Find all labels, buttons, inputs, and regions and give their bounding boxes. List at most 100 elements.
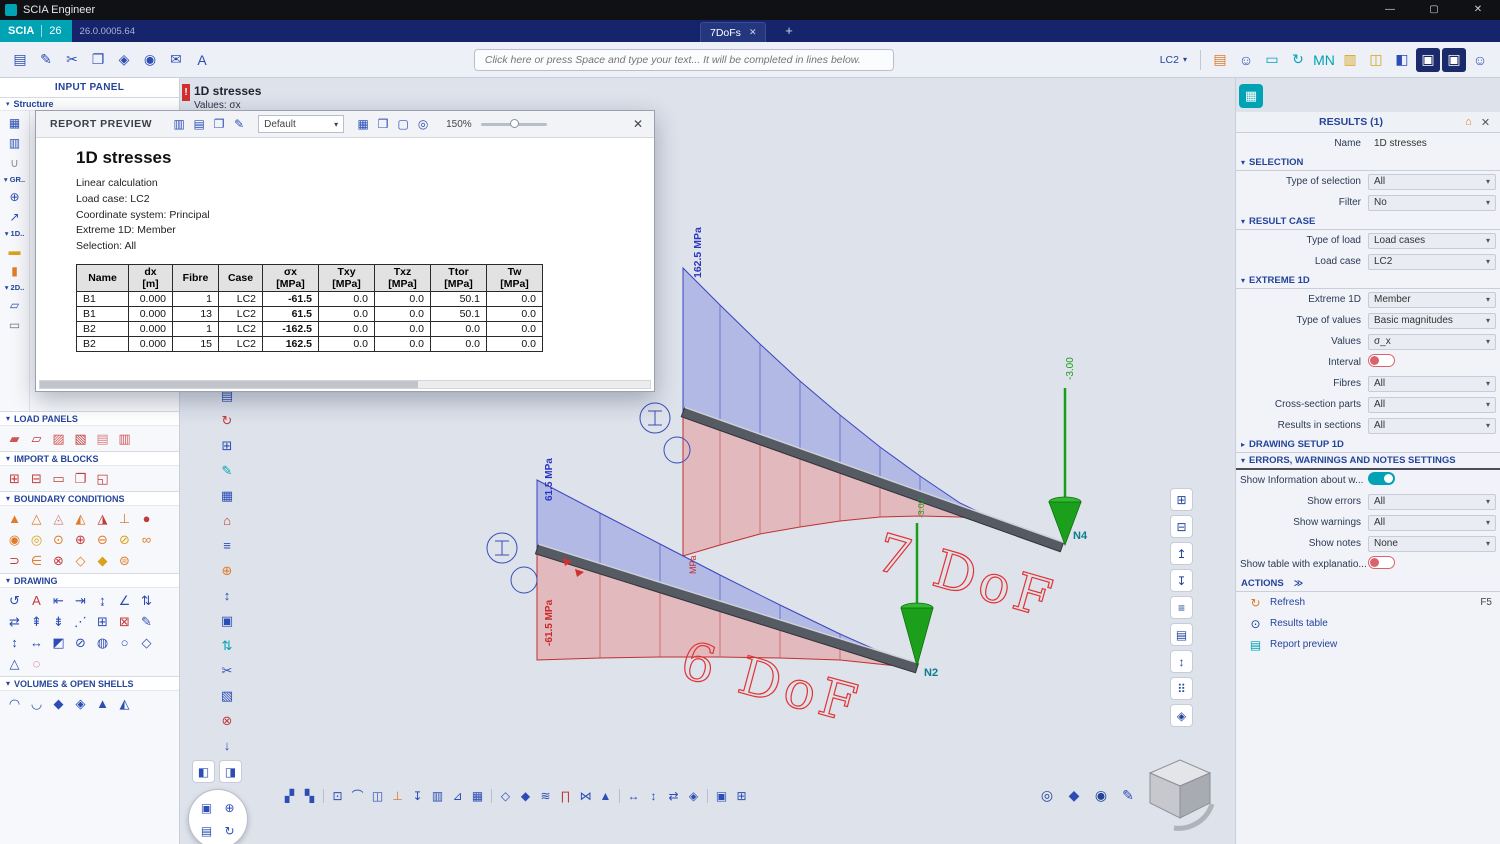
shell-arc-icon[interactable]: ◠ [5, 694, 24, 713]
select-mode-icon[interactable]: ▞ [280, 786, 299, 805]
result-labels-icon[interactable]: ⊟ [1170, 515, 1193, 538]
section-label-2d[interactable]: ▾ 2D.. [3, 282, 27, 293]
section-label-grids[interactable]: ▾ GR.. [3, 174, 27, 185]
command-input[interactable] [474, 49, 894, 71]
quick-access-radial-menu[interactable]: ◧◨ ▣⊕▤↻ [184, 758, 270, 844]
edit-icon[interactable]: ✎ [216, 458, 238, 483]
measure-icon[interactable]: ▭ [1260, 48, 1284, 72]
type-of-values-select[interactable]: Basic magnitudes▾ [1368, 313, 1496, 329]
axis-arrow-icon[interactable]: ↗ [3, 208, 27, 225]
type-of-load-select[interactable]: Load cases▾ [1368, 233, 1496, 249]
units-icon[interactable]: MN [1312, 48, 1336, 72]
table-view-icon[interactable]: ▤ [1170, 623, 1193, 646]
show-information-toggle[interactable] [1368, 472, 1395, 485]
delete-icon[interactable]: ⊗ [216, 708, 238, 733]
new-project-icon[interactable]: ▤ [8, 48, 32, 72]
section-header-volumes-open-shells[interactable]: ▾ VOLUMES & OPEN SHELLS [0, 676, 179, 691]
view-cube-icon[interactable]: ◆ [1064, 785, 1084, 805]
circle-icon[interactable]: ○ [115, 633, 134, 652]
layers-list-icon[interactable]: ≡ [216, 533, 238, 558]
hinge-icon[interactable]: ◉ [5, 530, 24, 549]
results-panel-header[interactable]: RESULTS (1) ⌂ ✕ [1236, 112, 1500, 133]
resize-horizontal-icon[interactable]: ↔ [27, 633, 46, 652]
rigid-arm-icon[interactable]: ⊕ [71, 530, 90, 549]
zoom-icon[interactable]: ◎ [413, 114, 433, 134]
swap-icon[interactable]: ⇅ [216, 633, 238, 658]
minimize-button[interactable]: — [1368, 0, 1412, 20]
refresh-icon[interactable]: ↻ [1286, 48, 1310, 72]
print-preview-icon[interactable]: ❐ [209, 114, 229, 134]
extreme-1d-select[interactable]: Member▾ [1368, 292, 1496, 308]
support-sliding-icon[interactable]: ◬ [49, 509, 68, 528]
section-header-selection[interactable]: ▾ SELECTION [1236, 154, 1500, 171]
user-account-icon[interactable]: ☺ [1468, 48, 1492, 72]
show-surfaces-icon[interactable]: ◫ [368, 786, 387, 805]
render-mode-icon[interactable]: ◈ [1170, 704, 1193, 727]
document-icon[interactable]: ▢ [393, 114, 413, 134]
legend-icon[interactable]: ≡ [1170, 596, 1193, 619]
quick-add-icon[interactable]: ⊕ [224, 801, 234, 815]
compression-only-icon[interactable]: ◇ [71, 551, 90, 570]
tab-7dofs[interactable]: 7DoFs ✕ [700, 22, 766, 42]
view-x-icon[interactable]: ↔ [624, 786, 643, 805]
grid-icon[interactable]: ▦ [216, 483, 238, 508]
quick-rotate-icon[interactable]: ↻ [224, 824, 234, 838]
spring-icon[interactable]: ◎ [27, 530, 46, 549]
section-header-drawing[interactable]: ▾ DRAWING [0, 573, 179, 588]
limit-force-icon[interactable]: ◆ [93, 551, 112, 570]
report-template-select[interactable]: Default ▾ [258, 115, 344, 133]
friction-icon[interactable]: ⊜ [115, 551, 134, 570]
new-tab-button[interactable]: + [780, 22, 798, 40]
load-panel-plate-icon[interactable]: ▰ [5, 429, 24, 448]
section-header-boundary-conditions[interactable]: ▾ BOUNDARY CONDITIONS [0, 491, 179, 506]
triangle-icon[interactable]: △ [5, 654, 24, 673]
view-iso-icon[interactable]: ◈ [684, 786, 703, 805]
dimension-right-icon[interactable]: ⇥ [71, 591, 90, 610]
section-icon[interactable]: ▣ [216, 608, 238, 633]
add-user-icon[interactable]: ☺ [1234, 48, 1258, 72]
elevation-down-icon[interactable]: ⇟ [49, 612, 68, 631]
report-zoom-slider[interactable] [481, 123, 547, 126]
shrink-members-icon[interactable]: ≋ [536, 786, 555, 805]
close-button[interactable]: ✕ [1456, 0, 1500, 20]
show-results-icon[interactable]: ∏ [556, 786, 575, 805]
support-line-icon[interactable]: ◮ [93, 509, 112, 528]
show-table-explanation-toggle[interactable] [1368, 556, 1395, 569]
active-load-case-select[interactable]: LC2 ▾ [1154, 54, 1193, 66]
table-composer-icon[interactable]: ▦ [353, 114, 373, 134]
visibility-filter-icon[interactable]: ◉ [1091, 785, 1111, 805]
user-block-icon[interactable]: ▭ [49, 469, 68, 488]
support-roller-icon[interactable]: ◭ [71, 509, 90, 528]
wedge-icon[interactable]: ◭ [115, 694, 134, 713]
text-label-icon[interactable]: A [27, 591, 46, 610]
pyramid-icon[interactable]: ▲ [93, 694, 112, 713]
text-search-icon[interactable]: A [190, 48, 214, 72]
support-point-icon[interactable]: ⊥ [115, 509, 134, 528]
hinge-line-icon[interactable]: ⊘ [115, 530, 134, 549]
support-fixed-icon[interactable]: ▲ [5, 509, 24, 528]
visibility-icon[interactable]: ◉ [138, 48, 162, 72]
scale-up-icon[interactable]: ↥ [1170, 542, 1193, 565]
show-members-icon[interactable]: ⌒ [348, 786, 367, 805]
subsoil-icon[interactable]: ∞ [137, 530, 156, 549]
quick-view-icon[interactable]: ▣ [201, 801, 212, 815]
panel-toggle-output-icon[interactable]: ▣ [1442, 48, 1466, 72]
dimension-vertical-icon[interactable]: ↨ [93, 591, 112, 610]
borehole-icon[interactable]: ∈ [27, 551, 46, 570]
show-supports-icon[interactable]: ⊥ [388, 786, 407, 805]
report-close-icon[interactable]: ✕ [628, 114, 648, 134]
section-header-import-blocks[interactable]: ▾ IMPORT & BLOCKS [0, 451, 179, 466]
print-icon[interactable]: ▤ [189, 114, 209, 134]
section-label-1d[interactable]: ▾ 1D.. [3, 228, 27, 239]
load-panel-strip-icon[interactable]: ▤ [93, 429, 112, 448]
tools-icon[interactable]: ✂ [60, 48, 84, 72]
render-wire-icon[interactable]: ◇ [496, 786, 515, 805]
fibres-select[interactable]: All▾ [1368, 376, 1496, 392]
redraw-icon[interactable]: ↻ [216, 408, 238, 433]
report-preview-window[interactable]: REPORT PREVIEW ▥▤❐✎ Default ▾ ▦❒▢◎ 150% … [35, 110, 655, 392]
show-reactions-icon[interactable]: ▲ [596, 786, 615, 805]
show-warnings-select[interactable]: All▾ [1368, 515, 1496, 531]
panel-toggle-input-icon[interactable]: ▣ [1416, 48, 1440, 72]
solid-prism-icon[interactable]: ◈ [71, 694, 90, 713]
radial-circle[interactable]: ▣⊕▤↻ [188, 789, 248, 844]
